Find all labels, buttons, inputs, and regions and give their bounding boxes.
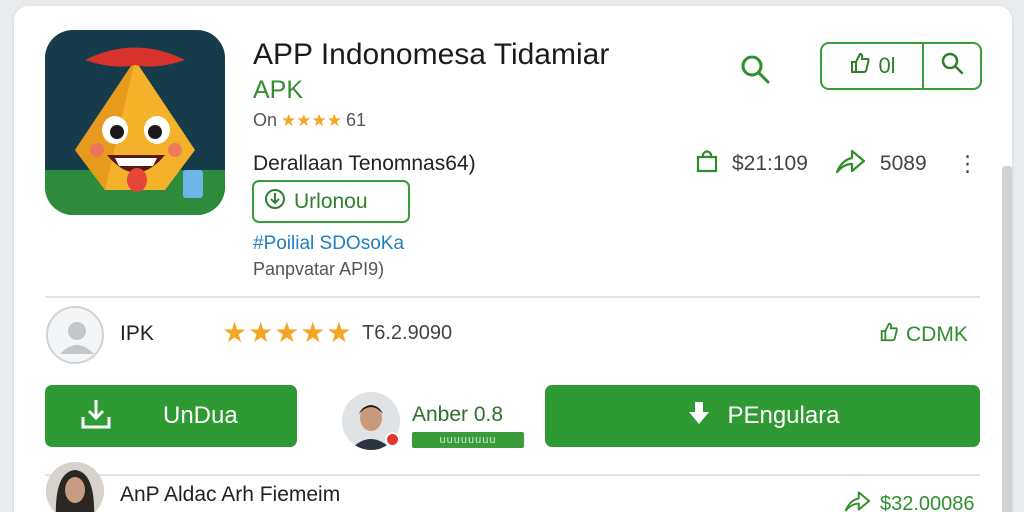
secondary-action-label: PEngularа [727, 402, 840, 429]
search-icon[interactable] [738, 52, 772, 86]
download-icon [264, 188, 286, 216]
group-search-button[interactable] [924, 44, 980, 88]
share-button-label: 0l [878, 53, 896, 78]
share-button[interactable]: 0l [822, 44, 924, 88]
promo-name: Anber 0.8 [412, 403, 504, 426]
author-name: AnP Aldac Arh Fiemeim [120, 483, 341, 506]
stats-row: $21:109 5089 ⋮ [694, 146, 979, 182]
divider [45, 296, 980, 298]
bottom-price[interactable]: $32.00086 [842, 488, 975, 512]
price-value: $21:109 [732, 152, 808, 175]
download-count: 5089 [879, 152, 927, 175]
online-indicator [385, 432, 400, 447]
install-outline-button[interactable]: Urlonou [252, 180, 410, 223]
thumbs-up-icon [848, 51, 872, 81]
more-icon[interactable]: ⋮ [957, 151, 979, 177]
scrollbar[interactable] [1002, 166, 1012, 512]
version-text: Panpvatar API9) [253, 259, 385, 279]
search-icon [939, 50, 965, 82]
install-outline-label: Urlonou [294, 189, 368, 213]
action-button-group: 0l [820, 42, 982, 90]
download-icon [685, 399, 713, 434]
like-button[interactable]: CDMK [878, 321, 968, 349]
rating-stars: ★★★★ [281, 110, 342, 130]
download-button-label: UnDua [163, 402, 238, 429]
like-button-label: CDMK [906, 323, 968, 346]
bottom-price-value: $32.00086 [880, 492, 975, 512]
review-count: T6.2.9090 [362, 322, 453, 344]
app-title: APP Indonomesa Tidamiar [253, 38, 610, 71]
divider [45, 474, 980, 476]
hashtag-link[interactable]: #Poilial SDOsoKa [253, 233, 404, 255]
thumbs-up-icon [878, 321, 900, 349]
bag-icon [694, 148, 720, 180]
share-icon [842, 488, 872, 512]
avatar[interactable] [46, 306, 104, 364]
rating-prefix: On [253, 110, 278, 130]
trend-icon[interactable] [834, 146, 866, 182]
rating-summary: On ★★★★ 61 [253, 110, 366, 131]
review-stars: ★★★★★ [222, 317, 353, 348]
download-icon [79, 397, 113, 436]
avatar[interactable] [46, 462, 104, 512]
secondary-action-button[interactable]: PEngularа [545, 385, 980, 447]
download-button[interactable]: UnDua [45, 385, 297, 447]
app-subtitle: APK [253, 76, 304, 104]
reviewer-name: IPK [120, 322, 154, 345]
rating-suffix: 61 [345, 110, 367, 130]
promo-badge: uuuuuuuu [412, 432, 524, 448]
app-icon [45, 30, 225, 215]
developer-name[interactable]: Derallaan Tenomnas64) [253, 152, 476, 176]
